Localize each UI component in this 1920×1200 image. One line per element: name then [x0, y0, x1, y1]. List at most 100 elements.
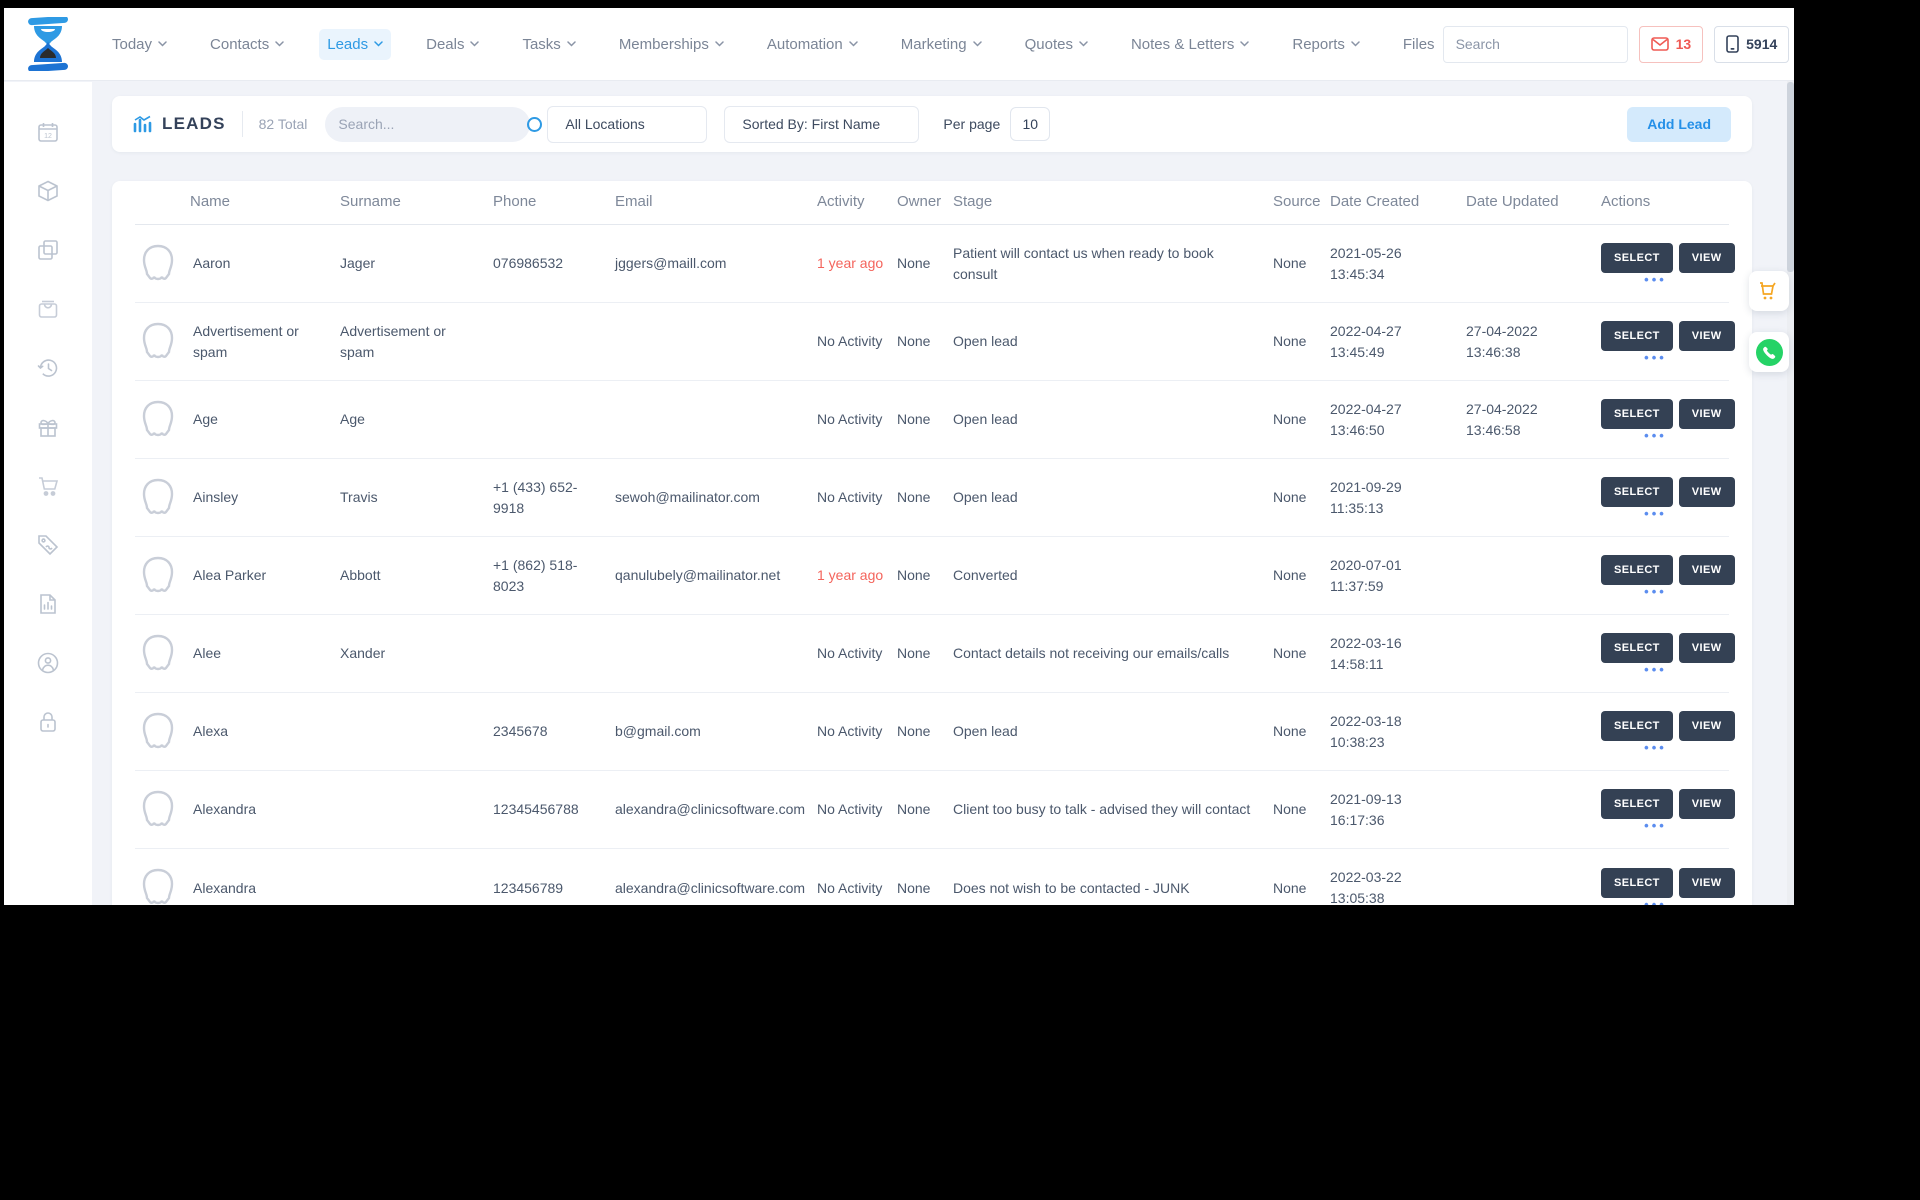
table-row: Alea Parker Abbott +1 (862) 518-8023 qan… — [135, 537, 1735, 615]
scrollbar-thumb[interactable] — [1787, 82, 1794, 272]
sidebar-gift-icon[interactable] — [36, 415, 60, 439]
table-row: Alexa 2345678 b@gmail.com No Activity No… — [135, 693, 1735, 771]
view-button[interactable]: VIEW — [1678, 555, 1735, 585]
sidebar-copy-icon[interactable] — [36, 238, 60, 262]
col-header-actions: Actions — [1601, 193, 1651, 211]
nav-today[interactable]: Today — [104, 29, 175, 60]
lead-name[interactable]: Alexandra — [193, 878, 256, 899]
nav-quotes[interactable]: Quotes — [1017, 29, 1096, 60]
lead-phone: 076986532 — [493, 255, 564, 271]
sidebar-package-icon[interactable] — [36, 179, 60, 203]
lead-name[interactable]: Alexa — [193, 721, 228, 742]
mail-count: 13 — [1675, 36, 1692, 52]
select-button[interactable]: SELECT — [1601, 477, 1673, 507]
location-filter[interactable]: All Locations — [547, 105, 708, 143]
sidebar-report-icon[interactable] — [36, 592, 60, 616]
select-button[interactable]: SELECT — [1601, 243, 1673, 273]
select-button[interactable]: SELECT — [1601, 711, 1673, 741]
view-button[interactable]: VIEW — [1678, 243, 1735, 273]
lead-date-created: 2021-05-26 13:45:34 — [1330, 244, 1402, 282]
lead-owner: None — [897, 723, 931, 739]
lead-date-updated: 27-04-2022 13:46:58 — [1466, 400, 1538, 438]
more-actions-button[interactable]: ••• — [1601, 585, 1710, 598]
nav-memberships[interactable]: Memberships — [611, 29, 732, 60]
view-button[interactable]: VIEW — [1678, 477, 1735, 507]
nav-tasks-label: Tasks — [522, 35, 561, 53]
nav-tasks[interactable]: Tasks — [514, 29, 583, 60]
select-button[interactable]: SELECT — [1601, 321, 1673, 351]
lead-stage: Open lead — [953, 489, 1018, 505]
select-button[interactable]: SELECT — [1601, 399, 1673, 429]
lead-surname: Jager — [340, 255, 376, 271]
nav-leads[interactable]: Leads — [319, 28, 392, 60]
more-actions-button[interactable]: ••• — [1601, 273, 1710, 286]
topbar-right-cluster: 13 5914 14 ? LONDON SUPPORT — [1442, 21, 1794, 67]
add-lead-button[interactable]: Add Lead — [1627, 106, 1731, 142]
lead-name[interactable]: Age — [193, 409, 218, 430]
sidebar-price-tag-icon[interactable] — [36, 533, 60, 557]
nav-reports-label: Reports — [1292, 35, 1345, 53]
lead-name[interactable]: Aaron — [193, 253, 230, 274]
lead-avatar — [135, 787, 181, 833]
sort-filter[interactable]: Sorted By: First Name — [724, 105, 920, 143]
lead-name[interactable]: Alee — [193, 643, 221, 664]
per-page-label: Per page — [943, 116, 1001, 132]
nav-notes-letters[interactable]: Notes & Letters — [1123, 29, 1257, 60]
lead-email: b@gmail.com — [615, 723, 701, 739]
more-actions-button[interactable]: ••• — [1601, 351, 1710, 364]
leads-search-input[interactable] — [338, 116, 520, 132]
sidebar-history-icon[interactable] — [36, 356, 60, 380]
select-button[interactable]: SELECT — [1601, 867, 1673, 898]
nav-files[interactable]: Files — [1395, 29, 1443, 60]
per-page-value: 10 — [1022, 116, 1039, 132]
search-ring-icon[interactable] — [527, 116, 543, 132]
lead-email: qanulubely@mailinator.net — [615, 567, 781, 583]
lead-stage: Contact details not receiving our emails… — [953, 645, 1230, 661]
lead-owner: None — [897, 255, 931, 271]
select-button[interactable]: SELECT — [1601, 555, 1673, 585]
more-actions-button[interactable]: ••• — [1601, 507, 1710, 520]
view-button[interactable]: VIEW — [1678, 789, 1735, 819]
nav-contacts[interactable]: Contacts — [202, 29, 292, 60]
lead-activity: No Activity — [817, 723, 883, 739]
lead-name[interactable]: Alexandra — [193, 799, 256, 820]
more-actions-button[interactable]: ••• — [1601, 819, 1710, 832]
lead-date-created: 2022-03-16 14:58:11 — [1330, 634, 1402, 672]
mail-notifications-badge[interactable]: 13 — [1638, 25, 1704, 63]
sidebar-account-icon[interactable] — [36, 651, 60, 675]
sidebar-calendar-icon[interactable]: 12 — [36, 120, 60, 144]
view-button[interactable]: VIEW — [1678, 633, 1735, 663]
more-actions-button[interactable]: ••• — [1601, 741, 1710, 754]
sidebar-shopping-bag-icon[interactable] — [36, 297, 60, 321]
global-search-input[interactable] — [1443, 36, 1627, 52]
app-window: Today Contacts Leads Deals Tasks Members… — [4, 8, 1794, 905]
lead-name[interactable]: Alea Parker — [193, 565, 266, 586]
view-button[interactable]: VIEW — [1678, 321, 1735, 351]
more-actions-button[interactable]: ••• — [1601, 898, 1710, 906]
nav-reports[interactable]: Reports — [1284, 29, 1368, 60]
more-actions-button[interactable]: ••• — [1601, 663, 1710, 676]
view-button[interactable]: VIEW — [1678, 867, 1735, 898]
select-button[interactable]: SELECT — [1601, 789, 1673, 819]
nav-marketing[interactable]: Marketing — [893, 29, 990, 60]
sidebar-lock-icon[interactable] — [36, 710, 60, 734]
nav-automation[interactable]: Automation — [759, 29, 866, 60]
sidebar-cart-icon[interactable] — [36, 474, 60, 498]
lead-date-created: 2022-03-22 13:05:38 — [1330, 869, 1402, 905]
lead-date-created: 2022-03-18 10:38:23 — [1330, 712, 1402, 750]
per-page-input[interactable]: 10 — [1010, 107, 1051, 141]
scrollbar[interactable] — [1787, 8, 1794, 905]
select-button[interactable]: SELECT — [1601, 633, 1673, 663]
floating-whatsapp-button[interactable] — [1749, 332, 1789, 372]
floating-cart-button[interactable] — [1749, 271, 1789, 311]
calls-badge[interactable]: 5914 — [1714, 25, 1790, 63]
lead-name[interactable]: Ainsley — [193, 487, 238, 508]
lead-activity: No Activity — [817, 879, 883, 896]
nav-deals[interactable]: Deals — [418, 29, 487, 60]
view-button[interactable]: VIEW — [1678, 399, 1735, 429]
lead-name[interactable]: Advertisement or spam — [193, 321, 328, 363]
lead-phone: +1 (862) 518-8023 — [493, 556, 578, 594]
brand-logo[interactable] — [4, 17, 92, 71]
more-actions-button[interactable]: ••• — [1601, 429, 1710, 442]
view-button[interactable]: VIEW — [1678, 711, 1735, 741]
